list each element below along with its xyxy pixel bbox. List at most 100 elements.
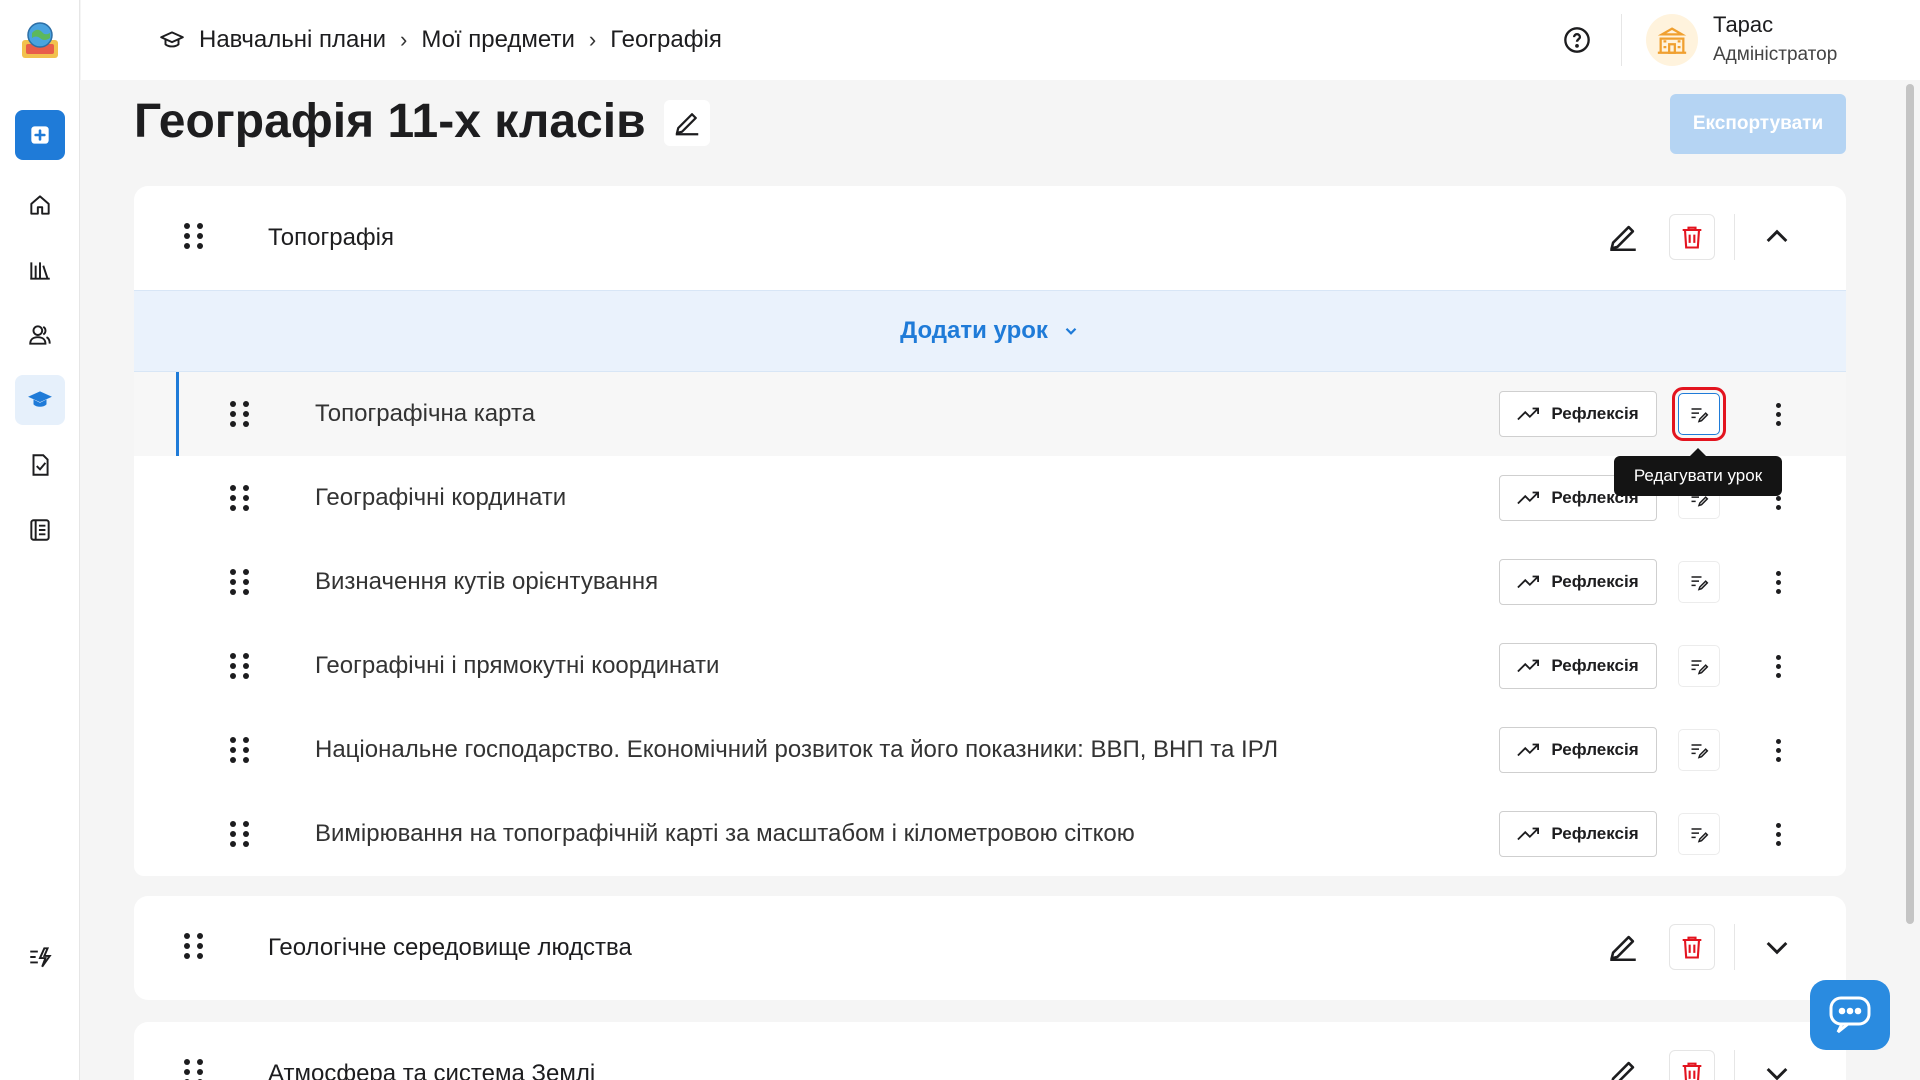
pencil-icon bbox=[1610, 935, 1636, 962]
lesson-title[interactable]: Вимірювання на топографічній карті за ма… bbox=[315, 820, 1135, 848]
edit-lesson-button[interactable] bbox=[1678, 645, 1720, 687]
sidebar-item-users[interactable] bbox=[15, 310, 65, 360]
reflection-button[interactable]: Рефлексія bbox=[1499, 559, 1657, 605]
reflection-button[interactable]: Рефлексія bbox=[1499, 643, 1657, 689]
lesson-title[interactable]: Географічні і прямокутні координати bbox=[315, 652, 719, 680]
divider bbox=[1621, 14, 1622, 66]
list-item[interactable]: Географічні і прямокутні координати Рефл… bbox=[134, 624, 1846, 708]
edit-module-button[interactable] bbox=[1600, 1050, 1646, 1080]
module-header: Топографія bbox=[134, 186, 1846, 290]
add-lesson-button[interactable]: Додати урок bbox=[134, 290, 1846, 372]
avatar[interactable] bbox=[1646, 14, 1698, 66]
breadcrumb-item-curricula[interactable]: Навчальні плани bbox=[199, 26, 386, 54]
reflection-label: Рефлексія bbox=[1551, 740, 1639, 759]
sidebar-item-tasks[interactable] bbox=[15, 440, 65, 490]
lightning-list-icon bbox=[30, 947, 52, 968]
help-button[interactable] bbox=[1563, 26, 1591, 54]
lesson-title[interactable]: Географічні кординати bbox=[315, 484, 566, 512]
drag-handle-icon[interactable] bbox=[184, 223, 203, 249]
user-role: Адміністратор bbox=[1713, 44, 1838, 65]
school-building-icon bbox=[1657, 27, 1687, 54]
add-button[interactable] bbox=[15, 110, 65, 160]
reflection-button[interactable]: Рефлексія bbox=[1499, 811, 1657, 857]
journal-icon bbox=[30, 519, 50, 541]
list-item[interactable]: Топографічна карта Рефлексія bbox=[134, 372, 1846, 456]
pencil-icon bbox=[1610, 225, 1636, 252]
chat-button[interactable] bbox=[1810, 980, 1890, 1050]
more-options-button[interactable] bbox=[1768, 397, 1788, 431]
chevron-down-icon bbox=[1766, 941, 1788, 955]
edit-module-button[interactable] bbox=[1600, 924, 1646, 970]
trash-icon bbox=[1682, 226, 1702, 249]
reflection-button[interactable]: Рефлексія bbox=[1499, 727, 1657, 773]
chat-bubble-icon bbox=[1829, 996, 1871, 1034]
breadcrumb-item-geography: Географія bbox=[610, 26, 722, 53]
school-globe-logo[interactable] bbox=[18, 18, 62, 62]
drag-handle-icon[interactable] bbox=[184, 933, 203, 959]
list-item[interactable]: Вимірювання на топографічній карті за ма… bbox=[134, 792, 1846, 876]
reflection-label: Рефлексія bbox=[1551, 404, 1639, 423]
drag-handle-icon[interactable] bbox=[230, 653, 249, 679]
reflection-button[interactable]: Рефлексія bbox=[1499, 391, 1657, 437]
edit-title-button[interactable] bbox=[664, 100, 710, 146]
plus-square-icon bbox=[31, 126, 49, 144]
more-options-button[interactable] bbox=[1768, 817, 1788, 851]
drag-handle-icon[interactable] bbox=[230, 821, 249, 847]
expand-module-button[interactable] bbox=[1754, 1050, 1800, 1080]
books-icon bbox=[30, 262, 50, 280]
expand-module-button[interactable] bbox=[1754, 924, 1800, 970]
top-bar: Навчальні плани › Мої предмети › Географ… bbox=[81, 0, 1920, 80]
trash-icon bbox=[1682, 1062, 1702, 1080]
sidebar bbox=[0, 0, 80, 1080]
graduation-cap-icon bbox=[160, 31, 184, 48]
delete-module-button[interactable] bbox=[1669, 924, 1715, 970]
pencil-icon bbox=[1611, 1061, 1635, 1080]
delete-module-button[interactable] bbox=[1669, 1050, 1715, 1080]
delete-module-button[interactable] bbox=[1669, 214, 1715, 260]
sidebar-item-activity[interactable] bbox=[15, 932, 65, 982]
question-circle-icon bbox=[1564, 27, 1590, 53]
trending-up-icon bbox=[1517, 407, 1540, 421]
edit-lesson-button[interactable] bbox=[1672, 387, 1726, 441]
list-item[interactable]: Географічні кординати Рефлексія bbox=[134, 456, 1846, 540]
export-button[interactable]: Експортувати bbox=[1670, 94, 1846, 154]
edit-module-button[interactable] bbox=[1600, 214, 1646, 260]
edit-list-icon bbox=[1691, 744, 1709, 759]
collapse-module-button[interactable] bbox=[1754, 214, 1800, 260]
lesson-title[interactable]: Топографічна карта bbox=[315, 400, 535, 428]
divider bbox=[1734, 924, 1735, 970]
drag-handle-icon[interactable] bbox=[184, 1059, 203, 1080]
scrollbar[interactable] bbox=[1906, 84, 1914, 924]
list-item[interactable]: Національне господарство. Економічний ро… bbox=[134, 708, 1846, 792]
edit-lesson-button[interactable] bbox=[1678, 813, 1720, 855]
users-icon bbox=[29, 325, 51, 345]
sidebar-item-home[interactable] bbox=[15, 180, 65, 230]
edit-list-icon bbox=[1691, 576, 1709, 591]
edit-lesson-button[interactable] bbox=[1678, 729, 1720, 771]
sidebar-item-curriculum[interactable] bbox=[15, 375, 65, 425]
drag-handle-icon[interactable] bbox=[230, 737, 249, 763]
trending-up-icon bbox=[1517, 743, 1540, 757]
pencil-icon bbox=[675, 113, 699, 136]
divider bbox=[1734, 1050, 1735, 1080]
checked-document-icon bbox=[32, 454, 49, 476]
more-options-button[interactable] bbox=[1768, 565, 1788, 599]
edit-lesson-button[interactable] bbox=[1678, 561, 1720, 603]
list-item[interactable]: Визначення кутів орієнтування Рефлексія bbox=[134, 540, 1846, 624]
breadcrumb-item-my-subjects[interactable]: Мої предмети bbox=[421, 26, 575, 54]
trending-up-icon bbox=[1517, 491, 1540, 505]
module-card: Геологічне середовище людства bbox=[134, 896, 1846, 1000]
sidebar-item-library[interactable] bbox=[15, 245, 65, 295]
drag-handle-icon[interactable] bbox=[230, 485, 249, 511]
reflection-label: Рефлексія bbox=[1551, 824, 1639, 843]
sidebar-item-journal[interactable] bbox=[15, 505, 65, 555]
lesson-title[interactable]: Визначення кутів орієнтування bbox=[315, 568, 658, 596]
more-options-button[interactable] bbox=[1768, 649, 1788, 683]
drag-handle-icon[interactable] bbox=[230, 569, 249, 595]
reflection-label: Рефлексія bbox=[1551, 572, 1639, 591]
page-title: Географія 11-х класів bbox=[134, 95, 646, 148]
drag-handle-icon[interactable] bbox=[230, 401, 249, 427]
more-options-button[interactable] bbox=[1768, 733, 1788, 767]
lesson-title[interactable]: Національне господарство. Економічний ро… bbox=[315, 736, 1278, 764]
module-header: Атмосфера та система Землі bbox=[134, 1022, 1846, 1080]
